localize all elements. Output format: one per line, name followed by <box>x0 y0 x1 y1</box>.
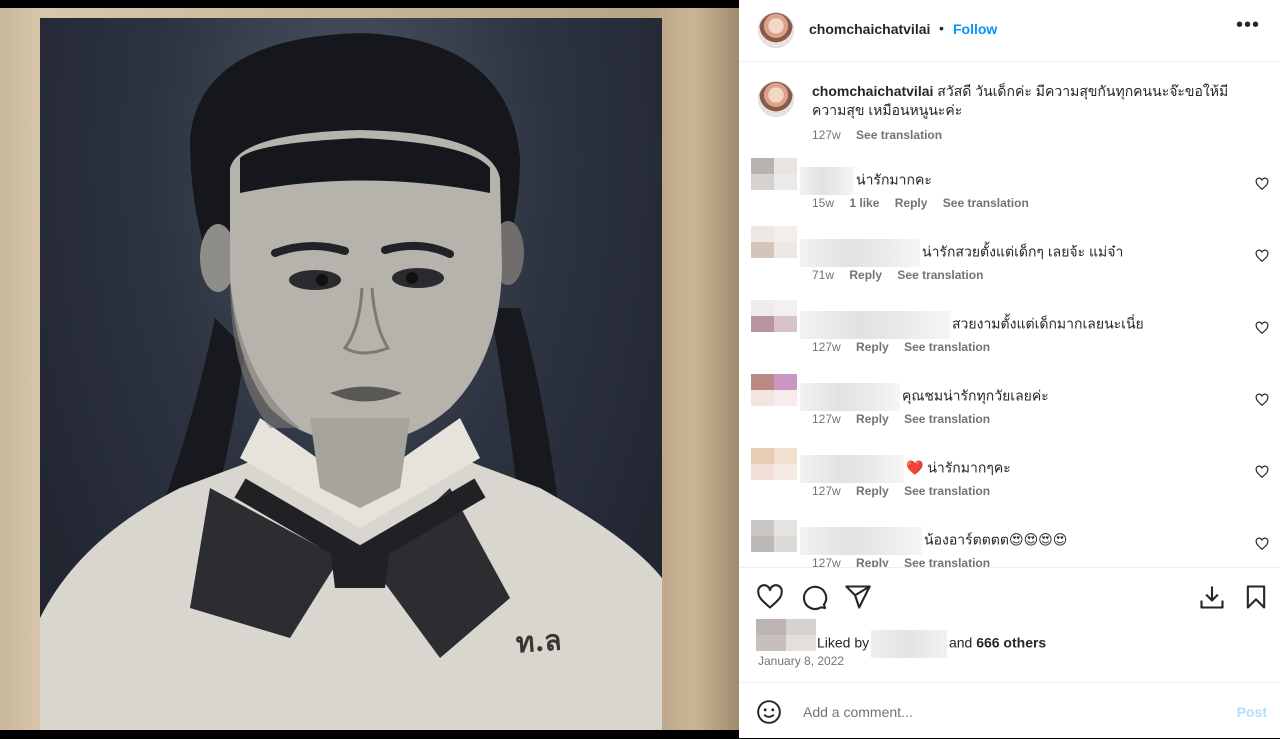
caption-username[interactable]: chomchaichatvilai <box>812 83 933 99</box>
comment-meta: 15w 1 like Reply See translation <box>812 196 1029 210</box>
reply-button[interactable]: Reply <box>856 412 889 426</box>
commenter-name-blurred[interactable] <box>800 455 904 483</box>
commenter-name-blurred[interactable] <box>800 167 854 195</box>
see-translation-link[interactable]: See translation <box>897 268 983 282</box>
commenter-name-blurred[interactable] <box>800 527 922 555</box>
comment-text: น้องอาร์ตตตต😍😍😍😍 <box>800 527 1067 555</box>
commenter-avatar[interactable] <box>751 448 797 480</box>
see-translation-link[interactable]: See translation <box>904 556 990 567</box>
caption-text: chomchaichatvilai สวัสดี วันเด็กค่ะ มีคว… <box>812 82 1252 120</box>
caption-avatar[interactable] <box>758 81 794 117</box>
comment-meta: 127w Reply See translation <box>812 340 991 354</box>
comment-icon[interactable] <box>800 583 828 611</box>
post-actions: Liked by and 666 others January 8, 2022 <box>739 567 1280 683</box>
caption-age: 127w <box>812 128 841 142</box>
see-translation-link[interactable]: See translation <box>943 196 1029 210</box>
comment-text: คุณชมน่ารักทุกวัยเลยค่ะ <box>800 383 1049 411</box>
liked-by-text: Liked by and 666 others <box>817 630 1046 658</box>
comment-meta: 71w Reply See translation <box>812 268 984 282</box>
comment-row: น่ารักมากคะ 15w 1 like Reply See transla… <box>739 154 1280 226</box>
reply-button[interactable]: Reply <box>856 484 889 498</box>
more-options-button[interactable]: ••• <box>1236 14 1260 37</box>
download-icon[interactable] <box>1198 583 1226 611</box>
follow-button[interactable]: Follow <box>953 21 997 37</box>
commenter-name-blurred[interactable] <box>800 383 900 411</box>
post-photo: ท.ล <box>40 18 662 730</box>
comment-meta: 127w Reply See translation <box>812 412 991 426</box>
post-date[interactable]: January 8, 2022 <box>758 654 844 668</box>
reply-button[interactable]: Reply <box>895 196 928 210</box>
avatar[interactable] <box>758 12 794 48</box>
commenter-name-blurred[interactable] <box>800 239 920 267</box>
comment-text: น่ารักสวยตั้งแต่เด็กๆ เลยจ้ะ แม่จ๋า <box>800 239 1123 267</box>
comment-like-heart-icon[interactable] <box>1255 321 1269 335</box>
post-media[interactable]: ท.ล <box>0 0 739 738</box>
see-translation-link[interactable]: See translation <box>904 412 990 426</box>
comment-like-heart-icon[interactable] <box>1255 249 1269 263</box>
post-panel: chomchaichatvilai • Follow ••• chomchaic… <box>739 0 1280 738</box>
comment-like-heart-icon[interactable] <box>1255 537 1269 551</box>
reply-button[interactable]: Reply <box>856 556 889 567</box>
comment-row: ❤️ น่ารักมากๆคะ 127w Reply See translati… <box>739 442 1280 514</box>
liked-by-user-blurred[interactable] <box>871 630 948 658</box>
see-translation-link[interactable]: See translation <box>856 128 942 142</box>
emoji-icon[interactable] <box>756 699 782 725</box>
comment-like-heart-icon[interactable] <box>1255 465 1269 479</box>
commenter-avatar[interactable] <box>751 374 797 406</box>
reply-button[interactable]: Reply <box>849 268 882 282</box>
photo-print: ท.ล <box>0 8 739 730</box>
comment-text: ❤️ น่ารักมากๆคะ <box>800 455 1011 483</box>
comments-list[interactable]: chomchaichatvilai สวัสดี วันเด็กค่ะ มีคว… <box>739 62 1280 567</box>
add-comment-bar: Post <box>739 682 1280 739</box>
post-button[interactable]: Post <box>1237 704 1267 720</box>
comment-row: สวยงามตั้งแต่เด็กมากเลยนะเนี่ย 127w Repl… <box>739 298 1280 370</box>
comment-text: สวยงามตั้งแต่เด็กมากเลยนะเนี่ย <box>800 311 1144 339</box>
caption-meta: 127w See translation <box>812 128 954 142</box>
comment-row: คุณชมน่ารักทุกวัยเลยค่ะ 127w Reply See t… <box>739 370 1280 442</box>
see-translation-link[interactable]: See translation <box>904 484 990 498</box>
comment-row: น้องอาร์ตตตต😍😍😍😍 127w Reply See translat… <box>739 514 1280 567</box>
comment-meta: 127w Reply See translation <box>812 484 991 498</box>
reply-button[interactable]: Reply <box>856 340 889 354</box>
comment-text: น่ารักมากคะ <box>800 167 932 195</box>
uniform-badge: ท.ล <box>514 623 563 660</box>
author-username[interactable]: chomchaichatvilai <box>809 21 930 37</box>
comment-meta: 127w Reply See translation <box>812 556 1002 567</box>
commenter-avatar[interactable] <box>751 158 797 190</box>
comment-input[interactable] <box>801 697 1205 727</box>
post-header: chomchaichatvilai • Follow ••• <box>739 0 1280 62</box>
comment-like-heart-icon[interactable] <box>1255 393 1269 407</box>
bookmark-icon[interactable] <box>1242 583 1270 611</box>
commenter-name-blurred[interactable] <box>800 311 950 339</box>
commenter-avatar[interactable] <box>751 520 797 552</box>
likes-count-link[interactable]: 666 others <box>976 635 1046 651</box>
commenter-avatar[interactable] <box>751 226 797 258</box>
commenter-avatar[interactable] <box>751 300 797 332</box>
see-translation-link[interactable]: See translation <box>904 340 990 354</box>
comment-like-heart-icon[interactable] <box>1255 177 1269 191</box>
send-icon[interactable] <box>844 583 872 611</box>
heart-icon[interactable] <box>756 583 784 611</box>
comment-row: น่ารักสวยตั้งแต่เด็กๆ เลยจ้ะ แม่จ๋า 71w … <box>739 226 1280 298</box>
separator-dot: • <box>939 20 944 36</box>
